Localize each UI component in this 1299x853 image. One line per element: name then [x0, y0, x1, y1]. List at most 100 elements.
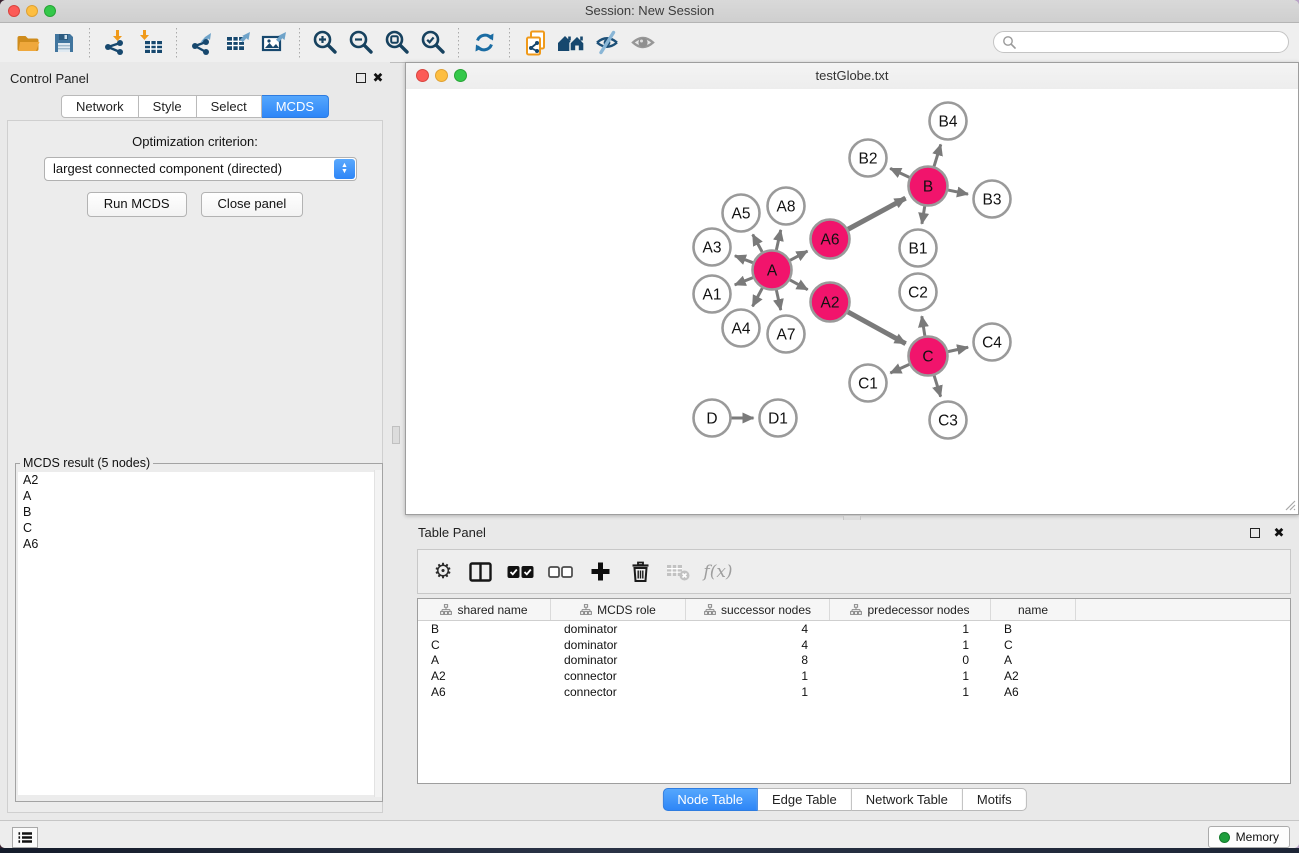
deselect-all-icon[interactable] [540, 555, 580, 589]
table-cell[interactable]: connector [551, 685, 686, 699]
node-table[interactable]: shared nameMCDS rolesuccessor nodesprede… [417, 598, 1291, 784]
vertical-splitter-handle[interactable] [392, 426, 400, 444]
export-table-icon[interactable] [220, 26, 256, 60]
table-cell[interactable]: dominator [551, 638, 686, 652]
column-header-successor-nodes[interactable]: successor nodes [686, 599, 830, 620]
import-table-icon[interactable] [133, 26, 169, 60]
table-cell[interactable]: 8 [686, 653, 830, 667]
table-cell[interactable]: 4 [686, 622, 830, 636]
first-neighbors-icon[interactable] [553, 26, 589, 60]
import-network-icon[interactable] [97, 26, 133, 60]
table-cell[interactable]: 4 [686, 638, 830, 652]
table-row[interactable]: A6connector11A6 [418, 684, 1290, 700]
table-float-panel-icon[interactable] [1248, 526, 1262, 540]
graph-edge-A-A5[interactable] [753, 235, 763, 252]
float-panel-icon[interactable] [354, 71, 368, 85]
graph-edge-B-B4[interactable] [934, 144, 941, 166]
table-cell[interactable]: C [418, 638, 551, 652]
tab-edge-table[interactable]: Edge Table [758, 788, 852, 811]
table-close-panel-icon[interactable]: ✖ [1272, 526, 1286, 540]
graph-edge-A-A7[interactable] [776, 290, 780, 310]
tab-motifs[interactable]: Motifs [963, 788, 1027, 811]
mcds-result-item[interactable]: B [18, 504, 380, 520]
graph-edge-C-C4[interactable] [948, 347, 968, 351]
column-header-predecessor-nodes[interactable]: predecessor nodes [830, 599, 991, 620]
table-cell[interactable]: A2 [991, 669, 1076, 683]
new-network-from-selection-icon[interactable] [517, 26, 553, 60]
export-image-icon[interactable] [256, 26, 292, 60]
table-cell[interactable]: A [418, 653, 551, 667]
network-canvas[interactable]: B4B2BB3A8A5A6A3B1AA1C2A2A4A7C4CC1C3DD1 [406, 89, 1298, 513]
graph-edge-A-A4[interactable] [753, 288, 763, 306]
mcds-result-item[interactable]: A6 [18, 536, 380, 552]
table-cell[interactable]: dominator [551, 622, 686, 636]
table-cell[interactable]: A6 [418, 685, 551, 699]
close-panel-icon[interactable]: ✖ [371, 71, 385, 85]
task-history-icon[interactable] [12, 827, 38, 848]
table-cell[interactable]: 1 [686, 685, 830, 699]
network-graph[interactable]: B4B2BB3A8A5A6A3B1AA1C2A2A4A7C4CC1C3DD1 [406, 89, 1298, 513]
mcds-result-item[interactable]: C [18, 520, 380, 536]
tab-mcds[interactable]: MCDS [262, 95, 329, 118]
table-cell[interactable]: C [991, 638, 1076, 652]
tab-node-table[interactable]: Node Table [662, 788, 758, 811]
delete-column-icon[interactable] [620, 555, 660, 589]
graph-edge-B-B3[interactable] [948, 190, 968, 194]
table-row[interactable]: Cdominator41C [418, 637, 1290, 653]
graph-edge-A6-B[interactable] [848, 198, 906, 229]
mcds-result-item[interactable]: A [18, 488, 380, 504]
table-cell[interactable]: 1 [830, 638, 991, 652]
split-columns-icon[interactable] [460, 555, 500, 589]
graph-edge-B-B1[interactable] [922, 206, 925, 224]
zoom-selected-icon[interactable] [415, 26, 451, 60]
tab-select[interactable]: Select [197, 95, 262, 118]
zoom-out-icon[interactable] [343, 26, 379, 60]
table-cell[interactable]: A6 [991, 685, 1076, 699]
table-cell[interactable]: A [991, 653, 1076, 667]
refresh-view-icon[interactable] [466, 26, 502, 60]
select-all-icon[interactable] [500, 555, 540, 589]
zoom-in-icon[interactable] [307, 26, 343, 60]
graph-edge-C-C2[interactable] [922, 316, 925, 336]
mcds-list-scrollbar[interactable] [374, 470, 382, 797]
memory-button[interactable]: Memory [1208, 826, 1290, 848]
table-cell[interactable]: dominator [551, 653, 686, 667]
graph-edge-A-A8[interactable] [776, 230, 780, 250]
column-header-MCDS-role[interactable]: MCDS role [551, 599, 686, 620]
graph-edge-A-A3[interactable] [735, 256, 753, 263]
graph-edge-A2-C[interactable] [848, 312, 906, 344]
mcds-result-item[interactable]: A2 [18, 472, 380, 488]
tab-style[interactable]: Style [139, 95, 197, 118]
resize-grip-icon[interactable] [1283, 498, 1296, 511]
graph-edge-C-C3[interactable] [934, 376, 941, 397]
column-header-name[interactable]: name [991, 599, 1076, 620]
mcds-result-list[interactable]: A2ABCA6 [18, 472, 380, 795]
tab-network[interactable]: Network [61, 95, 139, 118]
search-input[interactable] [993, 31, 1289, 53]
graph-edge-C-C1[interactable] [890, 364, 909, 373]
criterion-select[interactable]: largest connected component (directed) ▲… [44, 157, 357, 181]
table-cell[interactable]: A2 [418, 669, 551, 683]
table-cell[interactable]: B [991, 622, 1076, 636]
graph-edge-B-B2[interactable] [890, 168, 909, 177]
close-panel-button[interactable]: Close panel [201, 192, 304, 217]
table-cell[interactable]: B [418, 622, 551, 636]
table-row[interactable]: A2connector11A2 [418, 668, 1290, 684]
graph-edge-A-A6[interactable] [790, 251, 807, 260]
hide-selected-icon[interactable] [589, 26, 625, 60]
table-row[interactable]: Bdominator41B [418, 621, 1290, 637]
save-session-icon[interactable] [46, 26, 82, 60]
table-cell[interactable]: 1 [830, 685, 991, 699]
table-cell[interactable]: connector [551, 669, 686, 683]
graph-edge-A-A1[interactable] [735, 278, 753, 285]
zoom-fit-icon[interactable] [379, 26, 415, 60]
table-cell[interactable]: 0 [830, 653, 991, 667]
run-mcds-button[interactable]: Run MCDS [87, 192, 187, 217]
column-header-shared-name[interactable]: shared name [418, 599, 551, 620]
open-session-icon[interactable] [10, 26, 46, 60]
add-column-icon[interactable] [580, 555, 620, 589]
table-cell[interactable]: 1 [686, 669, 830, 683]
export-network-icon[interactable] [184, 26, 220, 60]
table-cell[interactable]: 1 [830, 622, 991, 636]
show-all-icon[interactable] [625, 26, 661, 60]
